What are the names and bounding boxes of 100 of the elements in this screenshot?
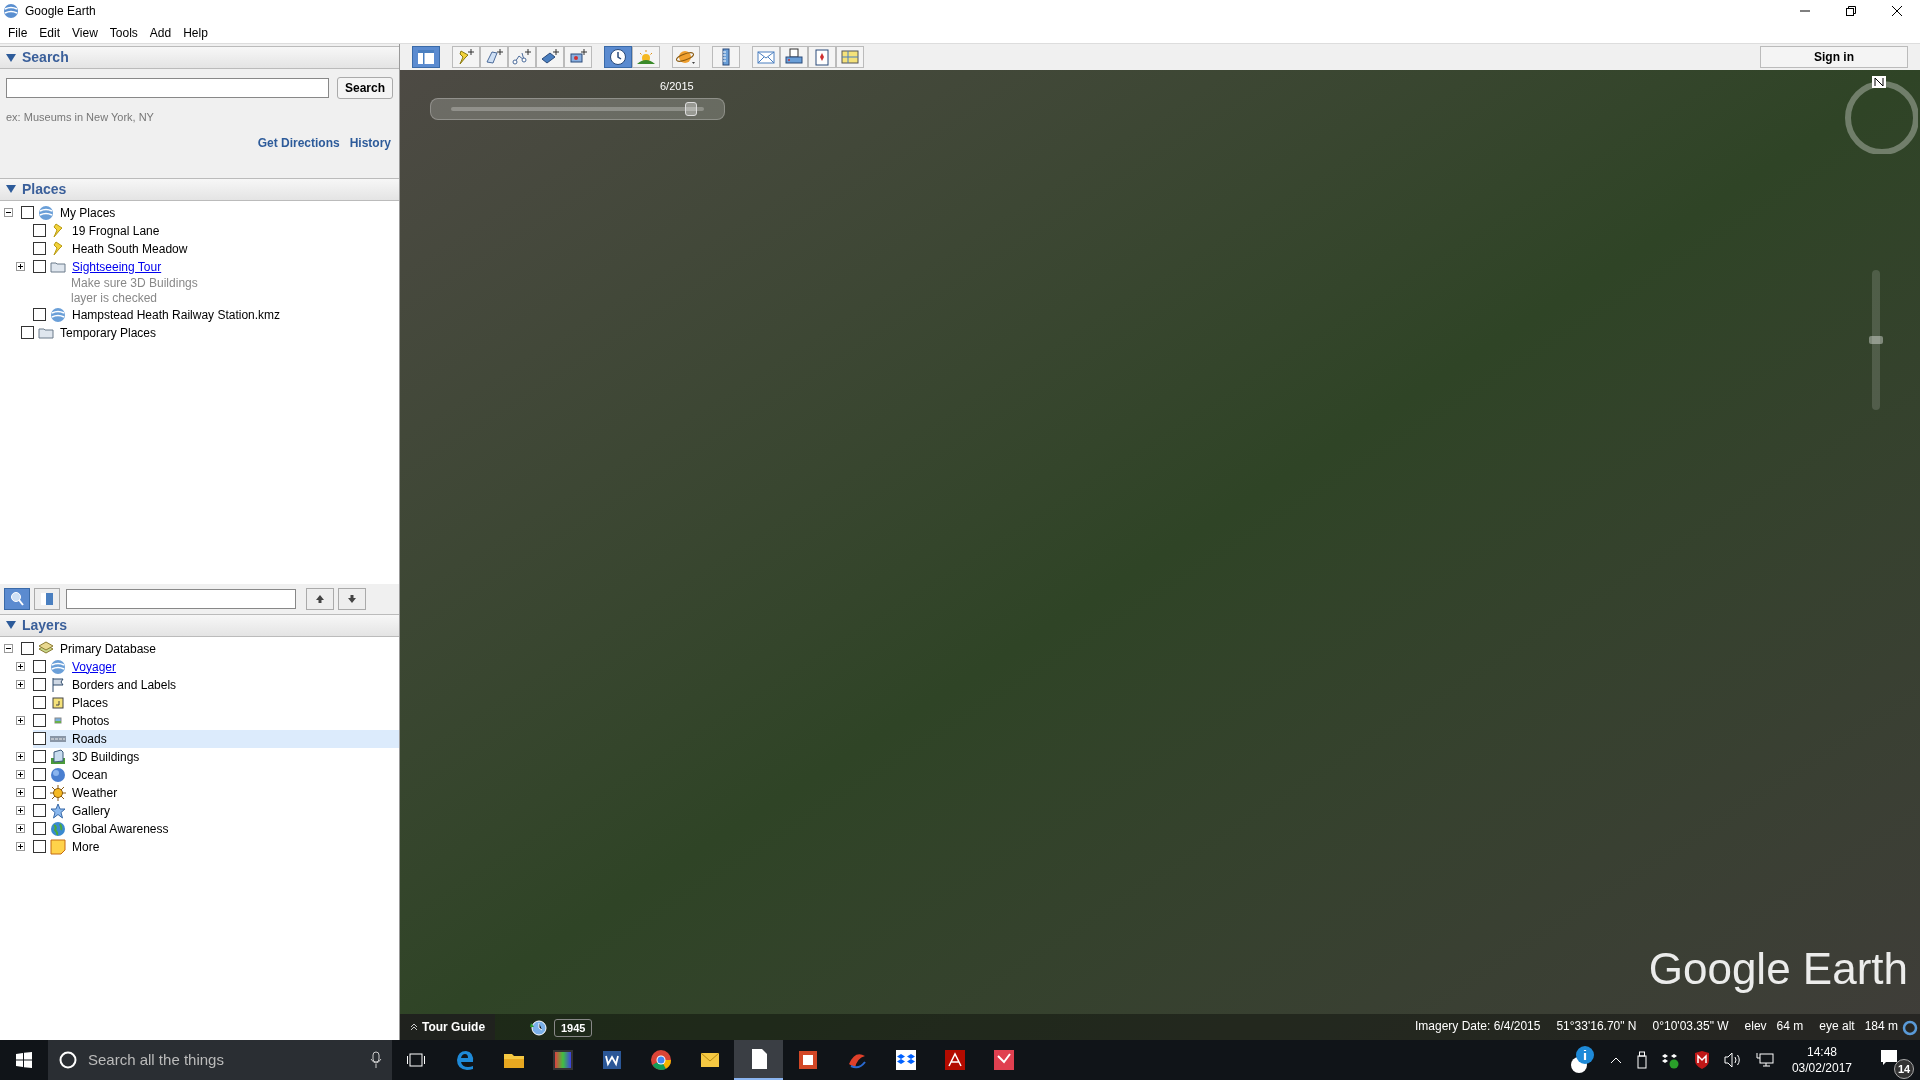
menu-item[interactable]: Edit xyxy=(33,23,67,42)
toolbar-button[interactable] xyxy=(564,46,592,68)
checkbox[interactable] xyxy=(33,786,46,799)
zoom-thumb[interactable] xyxy=(1869,336,1883,344)
usb-drive-icon[interactable] xyxy=(1635,1051,1648,1069)
tree-label[interactable]: Temporary Places xyxy=(60,323,157,342)
tree-label[interactable]: 3D Buildings xyxy=(72,747,140,766)
layer-row[interactable]: Roads xyxy=(33,729,399,748)
expand-toggle[interactable] xyxy=(16,680,25,689)
menu-item[interactable]: View xyxy=(66,23,104,42)
collapse-toggle[interactable] xyxy=(4,208,13,217)
tree-label[interactable]: Gallery xyxy=(72,801,110,820)
tree-label[interactable]: Roads xyxy=(72,729,107,748)
taskbar-search-field[interactable]: Search all the things xyxy=(48,1040,392,1080)
expand-toggle[interactable] xyxy=(16,716,25,725)
expand-toggle[interactable] xyxy=(16,824,25,833)
menu-item[interactable]: File xyxy=(2,23,34,42)
menu-item[interactable]: Add xyxy=(143,23,178,42)
panel-header[interactable]: Search xyxy=(0,46,399,69)
tree-label[interactable]: Hampstead Heath Railway Station.kmz xyxy=(72,305,281,324)
sync-check-icon[interactable] xyxy=(1661,1051,1680,1069)
expand-toggle[interactable] xyxy=(16,770,25,779)
network-icon[interactable] xyxy=(1755,1052,1774,1068)
search-link[interactable]: History xyxy=(349,133,391,152)
info-badge-icon[interactable] xyxy=(1569,1045,1596,1075)
tour-guide-button[interactable]: Tour Guide xyxy=(400,1014,496,1040)
tree-link[interactable]: Voyager xyxy=(72,657,117,676)
search-toggle-button[interactable] xyxy=(4,587,30,610)
tree-label[interactable]: Primary Database xyxy=(60,639,157,658)
panel-header[interactable]: Layers xyxy=(0,613,399,637)
toolbar-button[interactable] xyxy=(752,46,780,68)
layer-row[interactable]: Borders and Labels xyxy=(33,675,185,694)
tree-label[interactable]: Ocean xyxy=(72,765,108,784)
tree-label[interactable]: Global Awareness xyxy=(72,819,169,838)
toolbar-button[interactable] xyxy=(604,46,632,68)
layer-row[interactable]: Weather xyxy=(33,783,126,802)
toolbar-button[interactable] xyxy=(508,46,536,68)
checkbox[interactable] xyxy=(33,224,46,237)
expand-toggle[interactable] xyxy=(16,806,25,815)
toolbar-button[interactable] xyxy=(712,46,740,68)
checkbox[interactable] xyxy=(33,696,46,709)
layer-row[interactable]: Global Awareness xyxy=(33,819,177,838)
taskbar-search-input[interactable]: Search all the things xyxy=(88,1048,360,1072)
tree-label[interactable]: My Places xyxy=(60,203,116,222)
checkbox[interactable] xyxy=(33,804,46,817)
toolbar-button[interactable] xyxy=(536,46,564,68)
shield-icon[interactable] xyxy=(1693,1051,1710,1069)
checkbox[interactable] xyxy=(21,206,34,219)
checkbox[interactable] xyxy=(33,308,46,321)
checkbox[interactable] xyxy=(33,840,46,853)
checkbox[interactable] xyxy=(33,732,46,745)
chevron-up-icon[interactable] xyxy=(1609,1056,1622,1064)
menu-item[interactable]: Tools xyxy=(103,23,144,42)
expand-toggle[interactable] xyxy=(16,788,25,797)
checkbox[interactable] xyxy=(33,768,46,781)
panel-toggle-button[interactable] xyxy=(34,587,60,610)
layer-row[interactable]: Ocean xyxy=(33,765,116,784)
checkbox[interactable] xyxy=(33,822,46,835)
layer-row[interactable]: Places xyxy=(33,693,117,712)
layer-row[interactable]: 3D Buildings xyxy=(33,747,148,766)
toolbar-button[interactable] xyxy=(412,46,440,68)
expand-toggle[interactable] xyxy=(16,842,25,851)
historical-year[interactable]: 1945 xyxy=(554,1018,593,1037)
tree-label[interactable]: 19 Frognal Lane xyxy=(72,221,160,240)
layer-row[interactable]: Gallery xyxy=(33,801,118,820)
toolbar-button[interactable] xyxy=(672,46,700,68)
action-center-icon[interactable] xyxy=(1880,1049,1898,1067)
slider-thumb[interactable] xyxy=(685,102,698,116)
tree-label[interactable]: Heath South Meadow xyxy=(72,239,188,258)
zoom-slider[interactable] xyxy=(1872,270,1880,410)
find-field[interactable] xyxy=(66,588,296,609)
layer-row[interactable]: Voyager xyxy=(33,657,125,676)
sign-in-button[interactable]: Sign in xyxy=(1760,46,1908,68)
checkbox[interactable] xyxy=(33,750,46,763)
toolbar-button[interactable] xyxy=(480,46,508,68)
tree-label[interactable]: Photos xyxy=(72,711,110,730)
toolbar-button[interactable] xyxy=(632,46,660,68)
expand-toggle[interactable] xyxy=(16,662,25,671)
previous-button[interactable] xyxy=(306,587,334,610)
taskbar-app-button[interactable] xyxy=(734,1040,783,1080)
speaker-icon[interactable] xyxy=(1723,1052,1742,1068)
checkbox[interactable] xyxy=(33,242,46,255)
collapse-toggle[interactable] xyxy=(4,644,13,653)
expand-toggle[interactable] xyxy=(16,262,25,271)
toolbar-button[interactable] xyxy=(780,46,808,68)
tree-label[interactable]: Places xyxy=(72,693,109,712)
tree-label[interactable]: More xyxy=(72,837,100,856)
layer-row[interactable]: More xyxy=(33,837,108,856)
search-field[interactable] xyxy=(6,78,329,98)
tree-label[interactable]: Borders and Labels xyxy=(72,675,177,694)
time-slider[interactable] xyxy=(430,98,725,120)
checkbox[interactable] xyxy=(21,326,34,339)
search-button[interactable]: Search xyxy=(336,77,393,99)
checkbox[interactable] xyxy=(33,260,46,273)
checkbox[interactable] xyxy=(33,714,46,727)
toolbar-button[interactable] xyxy=(808,46,836,68)
checkbox[interactable] xyxy=(33,678,46,691)
tree-label[interactable]: Weather xyxy=(72,783,118,802)
clock[interactable]: 14:48 03/02/2017 xyxy=(1787,1044,1856,1076)
search-link[interactable]: Get Directions xyxy=(257,133,340,152)
